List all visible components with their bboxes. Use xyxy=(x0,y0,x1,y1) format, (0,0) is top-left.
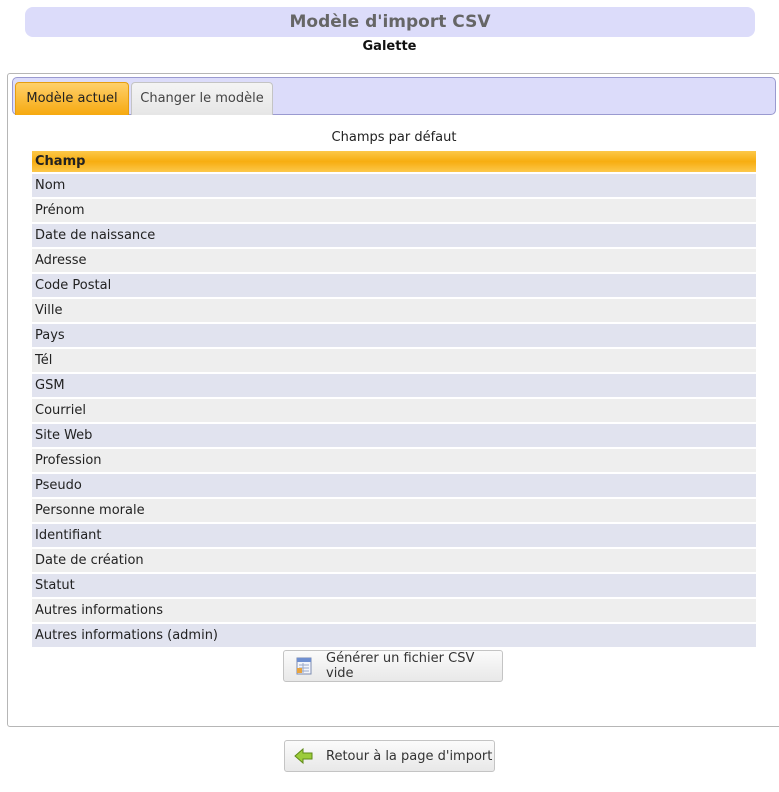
column-header-field: Champ xyxy=(32,151,756,172)
import-model-panel: Modèle actuel Changer le modèle Champs p… xyxy=(7,73,779,727)
fields-caption: Champs par défaut xyxy=(331,130,457,145)
table-row: Adresse xyxy=(32,249,756,272)
field-name-cell: Profession xyxy=(32,449,756,472)
tab-change-model[interactable]: Changer le modèle xyxy=(131,82,273,115)
field-name-cell: Site Web xyxy=(32,424,756,447)
fields-table-body: Nom Prénom Date de naissance Adresse Code Po… xyxy=(32,174,756,647)
arrow-left-icon xyxy=(294,746,314,766)
field-name-cell: Autres informations xyxy=(32,599,756,622)
table-row: Autres informations xyxy=(32,599,756,622)
table-row: Site Web xyxy=(32,424,756,447)
field-name-cell: Pays xyxy=(32,324,756,347)
field-name-cell: Nom xyxy=(32,174,756,197)
field-name-cell: Autres informations (admin) xyxy=(32,624,756,647)
back-to-import-button[interactable]: Retour à la page d'import xyxy=(284,740,495,772)
tab-bar: Modèle actuel Changer le modèle xyxy=(12,77,776,115)
field-name-cell: GSM xyxy=(32,374,756,397)
table-row: Date de création xyxy=(32,549,756,572)
table-row: Ville xyxy=(32,299,756,322)
table-row: Statut xyxy=(32,574,756,597)
table-row: Pays xyxy=(32,324,756,347)
table-row: Courriel xyxy=(32,399,756,422)
fields-table: Champ Nom Prénom Date de naissance Adresse C… xyxy=(32,149,756,649)
table-row: Personne morale xyxy=(32,499,756,522)
field-name-cell: Ville xyxy=(32,299,756,322)
table-row: Prénom xyxy=(32,199,756,222)
field-name-cell: Tél xyxy=(32,349,756,372)
csv-file-icon xyxy=(294,656,314,676)
page-subtitle: Galette xyxy=(362,39,417,54)
field-name-cell: Personne morale xyxy=(32,499,756,522)
field-name-cell: Courriel xyxy=(32,399,756,422)
field-name-cell: Date de naissance xyxy=(32,224,756,247)
tab-current-model[interactable]: Modèle actuel xyxy=(15,82,129,115)
table-row: GSM xyxy=(32,374,756,397)
table-row: Profession xyxy=(32,449,756,472)
table-row: Tél xyxy=(32,349,756,372)
generate-csv-label: Générer un fichier CSV vide xyxy=(326,651,475,681)
field-name-cell: Pseudo xyxy=(32,474,756,497)
page-title: Modèle d'import CSV xyxy=(25,7,755,37)
field-name-cell: Prénom xyxy=(32,199,756,222)
field-name-cell: Code Postal xyxy=(32,274,756,297)
table-row: Pseudo xyxy=(32,474,756,497)
table-row: Nom xyxy=(32,174,756,197)
back-label: Retour à la page d'import xyxy=(326,748,493,764)
field-name-cell: Date de création xyxy=(32,549,756,572)
table-row: Identifiant xyxy=(32,524,756,547)
field-name-cell: Statut xyxy=(32,574,756,597)
field-name-cell: Adresse xyxy=(32,249,756,272)
field-name-cell: Identifiant xyxy=(32,524,756,547)
table-row: Autres informations (admin) xyxy=(32,624,756,647)
table-row: Date de naissance xyxy=(32,224,756,247)
table-row: Code Postal xyxy=(32,274,756,297)
generate-empty-csv-button[interactable]: Générer un fichier CSV vide xyxy=(283,650,503,682)
